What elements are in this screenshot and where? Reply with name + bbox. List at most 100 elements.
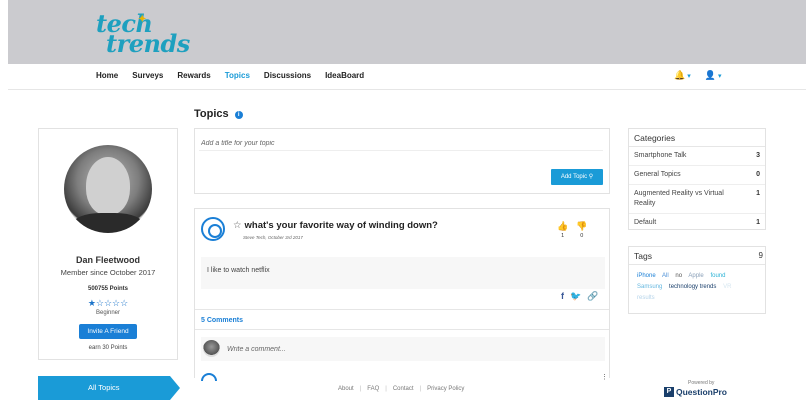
- footer-divider: |: [419, 386, 422, 392]
- profile-level: Beginner: [95, 310, 121, 316]
- tags-header: Tags 9: [629, 247, 765, 265]
- footer-link-privacy[interactable]: Privacy Policy: [427, 386, 464, 392]
- share-bar: f 🐦 🔗: [561, 291, 598, 302]
- post-body: I like to watch netflix: [201, 257, 605, 289]
- link-icon[interactable]: 🔗: [587, 291, 598, 302]
- category-count: 0: [756, 171, 760, 178]
- user-menu[interactable]: 👤 ▾: [705, 70, 722, 81]
- tag-item[interactable]: VR: [723, 284, 731, 290]
- tags-panel: Tags 9 iPhone All no Apple found Samsung…: [628, 246, 766, 314]
- page: tech trends ✦ Home Surveys Rewards Topic…: [0, 0, 806, 406]
- tag-item[interactable]: results: [637, 295, 655, 301]
- twitter-icon[interactable]: 🐦: [570, 291, 581, 302]
- tag-item[interactable]: Samsung: [637, 284, 662, 290]
- questionpro-logo-mark: P: [664, 387, 674, 397]
- tag-item[interactable]: All: [662, 273, 669, 279]
- earn-points-text: earn 30 Points: [88, 345, 128, 351]
- tag-item[interactable]: iPhone: [637, 273, 656, 279]
- powered-by-text: Powered by: [688, 380, 715, 386]
- category-count: 3: [756, 152, 760, 159]
- tags-title: Tags: [634, 251, 652, 261]
- category-item[interactable]: Augmented Reality vs Virtual Reality 1: [629, 185, 765, 214]
- footer-link-about[interactable]: About: [338, 386, 354, 392]
- topic-title-input[interactable]: [199, 137, 603, 151]
- category-item[interactable]: General Topics 0: [629, 166, 765, 185]
- nav-right: 🔔 ▾ 👤 ▾: [674, 70, 721, 81]
- post-title-text: what's your favorite way of winding down…: [244, 220, 438, 231]
- footer-links: About | FAQ | Contact | Privacy Policy: [338, 386, 464, 392]
- category-count: 1: [756, 219, 760, 226]
- add-topic-button[interactable]: Add Topic ⚲: [551, 169, 603, 185]
- comment-input[interactable]: [227, 343, 597, 355]
- tags-count: 9: [758, 251, 763, 260]
- nav-item-topics[interactable]: Topics: [225, 71, 250, 80]
- topic-post: ☆ what's your favorite way of winding dow…: [194, 208, 610, 381]
- comment-composer: [201, 337, 605, 361]
- avatar-shirt: [72, 213, 144, 233]
- category-item[interactable]: Smartphone Talk 3: [629, 147, 765, 166]
- facebook-icon[interactable]: f: [561, 291, 564, 302]
- profile-name: Dan Fleetwood: [75, 255, 140, 265]
- thumbs-up-icon[interactable]: 👍: [557, 221, 568, 232]
- divider: [195, 329, 609, 330]
- nav-item-discussions[interactable]: Discussions: [264, 71, 311, 80]
- category-label: Augmented Reality vs Virtual Reality: [634, 190, 724, 207]
- nav-item-surveys[interactable]: Surveys: [132, 71, 163, 80]
- tag-cloud: iPhone All no Apple found Samsung techno…: [629, 265, 765, 310]
- footer-divider: |: [359, 386, 362, 392]
- avatar: [64, 145, 152, 233]
- chevron-down-icon: ▾: [717, 73, 722, 80]
- downvote-count: 0: [580, 233, 584, 239]
- profile-card: Dan Fleetwood Member since October 2017 …: [38, 128, 178, 360]
- nav-item-home[interactable]: Home: [96, 71, 118, 80]
- favorite-star-icon[interactable]: ☆: [233, 220, 242, 231]
- categories-title: Categories: [629, 129, 765, 147]
- questionpro-brand: QuestionPro: [676, 387, 728, 397]
- page-title-text: Topics: [194, 108, 229, 120]
- logo-spark-icon: ✦: [138, 14, 146, 25]
- category-label: Default: [634, 219, 657, 226]
- info-icon[interactable]: i: [234, 111, 243, 119]
- categories-panel: Categories Smartphone Talk 3 General Top…: [628, 128, 766, 230]
- post-title[interactable]: ☆ what's your favorite way of winding dow…: [233, 220, 438, 231]
- tag-item[interactable]: found: [710, 273, 725, 279]
- logo-line-2: trends: [106, 29, 190, 58]
- notifications-menu[interactable]: 🔔 ▾: [674, 70, 691, 81]
- questionpro-logo[interactable]: P QuestionPro: [664, 387, 727, 397]
- category-label: General Topics: [634, 171, 681, 178]
- tag-item[interactable]: no: [675, 273, 682, 279]
- vote-controls: 👍 1 👎 0: [557, 221, 587, 239]
- tag-item[interactable]: technology trends: [669, 284, 716, 290]
- category-label: Smartphone Talk: [634, 152, 687, 159]
- new-topic-form: Add Topic ⚲: [194, 128, 610, 194]
- chevron-down-icon: ▾: [687, 73, 691, 80]
- page-title: Topics i: [194, 108, 243, 120]
- downvote-control[interactable]: 👎 0: [576, 221, 587, 239]
- upvote-control[interactable]: 👍 1: [557, 221, 568, 239]
- nav-items: Home Surveys Rewards Topics Discussions …: [96, 71, 364, 80]
- user-icon: 👤: [704, 70, 716, 80]
- post-meta: Steve Tech, October 3rd 2017: [243, 235, 303, 240]
- invite-friend-button[interactable]: Invite A Friend: [79, 324, 137, 339]
- comments-count-link[interactable]: 5 Comments: [201, 317, 243, 324]
- header-banner: tech trends ✦: [8, 0, 806, 64]
- tag-item[interactable]: Apple: [688, 273, 703, 279]
- footer-divider: |: [385, 386, 387, 392]
- rating-stars-icon: ★☆☆☆☆: [87, 298, 129, 308]
- member-since: Member since October 2017: [60, 268, 156, 277]
- category-count: 1: [756, 190, 760, 197]
- nav-item-rewards[interactable]: Rewards: [177, 71, 210, 80]
- footer-link-faq[interactable]: FAQ: [367, 386, 379, 392]
- upvote-count: 1: [561, 233, 565, 239]
- next-post-avatar: [201, 373, 217, 381]
- more-options-icon[interactable]: ⋮: [601, 373, 608, 381]
- avatar-face: [86, 157, 130, 215]
- thumbs-down-icon[interactable]: 👎: [576, 221, 587, 232]
- divider: [195, 309, 609, 310]
- category-item[interactable]: Default 1: [629, 214, 765, 232]
- all-topics-tab[interactable]: All Topics: [38, 376, 180, 400]
- footer-link-contact[interactable]: Contact: [393, 386, 414, 392]
- tech-trends-logo[interactable]: tech trends ✦: [96, 12, 190, 58]
- commenter-avatar: [203, 340, 220, 357]
- nav-item-ideaboard[interactable]: IdeaBoard: [325, 71, 364, 80]
